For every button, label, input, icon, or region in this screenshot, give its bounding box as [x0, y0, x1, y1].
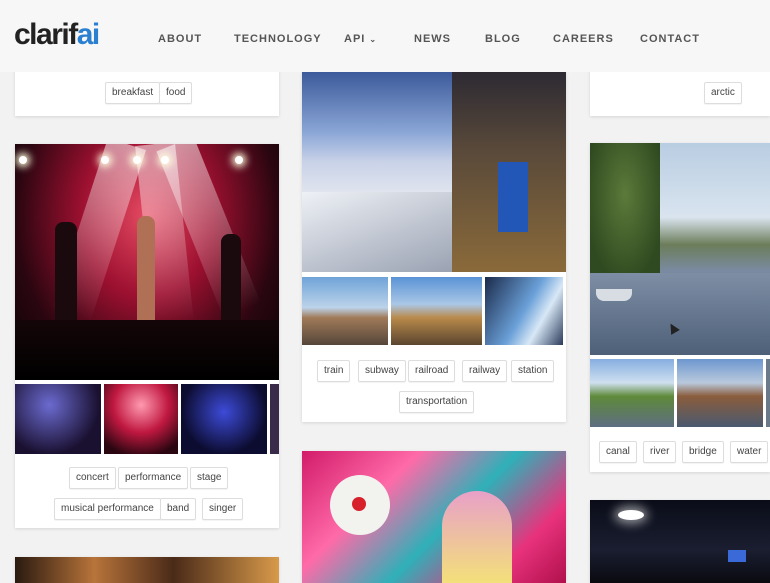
image-card-clown[interactable] — [302, 451, 566, 583]
nav-about[interactable]: ABOUT — [158, 33, 202, 45]
tag-canal[interactable]: canal — [599, 441, 637, 463]
site-header: clarifai ABOUT TECHNOLOGY API ⌄ NEWS BLOG… — [0, 0, 770, 72]
tag-subway[interactable]: subway — [358, 360, 406, 382]
nav-api[interactable]: API ⌄ — [344, 33, 377, 45]
spotlight — [133, 156, 141, 164]
concert-thumb-1[interactable] — [15, 384, 101, 454]
singer-silhouette — [137, 216, 155, 326]
canal-thumb-1[interactable] — [590, 359, 674, 427]
concert-thumb-4[interactable] — [270, 384, 279, 454]
image-card-bottom-right[interactable] — [590, 500, 770, 583]
spotlight — [19, 156, 27, 164]
concert-main-image[interactable] — [15, 144, 279, 380]
canal-thumb-2[interactable] — [677, 359, 763, 427]
clown-nose — [352, 497, 366, 511]
tag-arctic[interactable]: arctic — [704, 82, 742, 104]
tag-performance[interactable]: performance — [118, 467, 189, 489]
nav-careers[interactable]: CAREERS — [553, 33, 614, 45]
tag-water[interactable]: water — [730, 441, 769, 463]
image-card-concert[interactable]: concert performance stage musical perfor… — [15, 144, 279, 528]
chevron-down-icon: ⌄ — [369, 35, 378, 44]
image-card-bottom-left[interactable] — [15, 557, 279, 583]
tag-concert[interactable]: concert — [69, 467, 116, 489]
ticket-machine — [498, 162, 528, 232]
stage-floor — [15, 320, 279, 380]
image-card-train[interactable]: train subway railroad railway station tr… — [302, 72, 566, 422]
train-main-image[interactable] — [302, 72, 566, 272]
tag-singer[interactable]: singer — [202, 498, 244, 520]
tree-foliage — [590, 143, 660, 273]
clarifai-logo[interactable]: clarifai — [14, 18, 100, 52]
train-thumb-2[interactable] — [391, 277, 482, 345]
tag-band[interactable]: band — [160, 498, 197, 520]
tag-food[interactable]: food — [159, 82, 193, 104]
performer-silhouette — [221, 234, 241, 324]
canal-water — [590, 273, 770, 355]
concert-thumb-2[interactable] — [104, 384, 178, 454]
spotlight — [161, 156, 169, 164]
image-card-canal[interactable]: canal river bridge water — [590, 143, 770, 472]
tag-stage[interactable]: stage — [190, 467, 229, 489]
snowy-tracks — [302, 192, 452, 272]
child-hat — [442, 491, 512, 583]
clown-main-image[interactable] — [302, 451, 566, 583]
train-thumb-1[interactable] — [302, 277, 388, 345]
nav-blog[interactable]: BLOG — [485, 33, 521, 45]
spotlight — [101, 156, 109, 164]
boat — [596, 289, 632, 301]
spotlight — [235, 156, 243, 164]
canal-thumb-3[interactable] — [766, 359, 770, 427]
bottom-right-image[interactable] — [590, 500, 770, 583]
nav-news[interactable]: NEWS — [414, 33, 451, 45]
nav-contact[interactable]: CONTACT — [640, 33, 700, 45]
bottom-left-image[interactable] — [15, 557, 279, 583]
tag-train[interactable]: train — [317, 360, 351, 382]
tag-musical-performance[interactable]: musical performance — [54, 498, 161, 520]
performer-silhouette — [55, 222, 77, 322]
tag-breakfast[interactable]: breakfast — [105, 82, 161, 104]
train-thumb-3[interactable] — [485, 277, 563, 345]
concert-thumb-3[interactable] — [181, 384, 267, 454]
tag-bridge[interactable]: bridge — [682, 441, 724, 463]
stadium-light — [618, 510, 644, 520]
nav-technology[interactable]: TECHNOLOGY — [234, 33, 322, 45]
tag-transportation[interactable]: transportation — [399, 391, 475, 413]
tag-station[interactable]: station — [511, 360, 555, 382]
tag-railway[interactable]: railway — [462, 360, 508, 382]
scoreboard — [728, 550, 746, 562]
tag-river[interactable]: river — [643, 441, 677, 463]
canal-main-image[interactable] — [590, 143, 770, 355]
tag-railroad[interactable]: railroad — [408, 360, 456, 382]
